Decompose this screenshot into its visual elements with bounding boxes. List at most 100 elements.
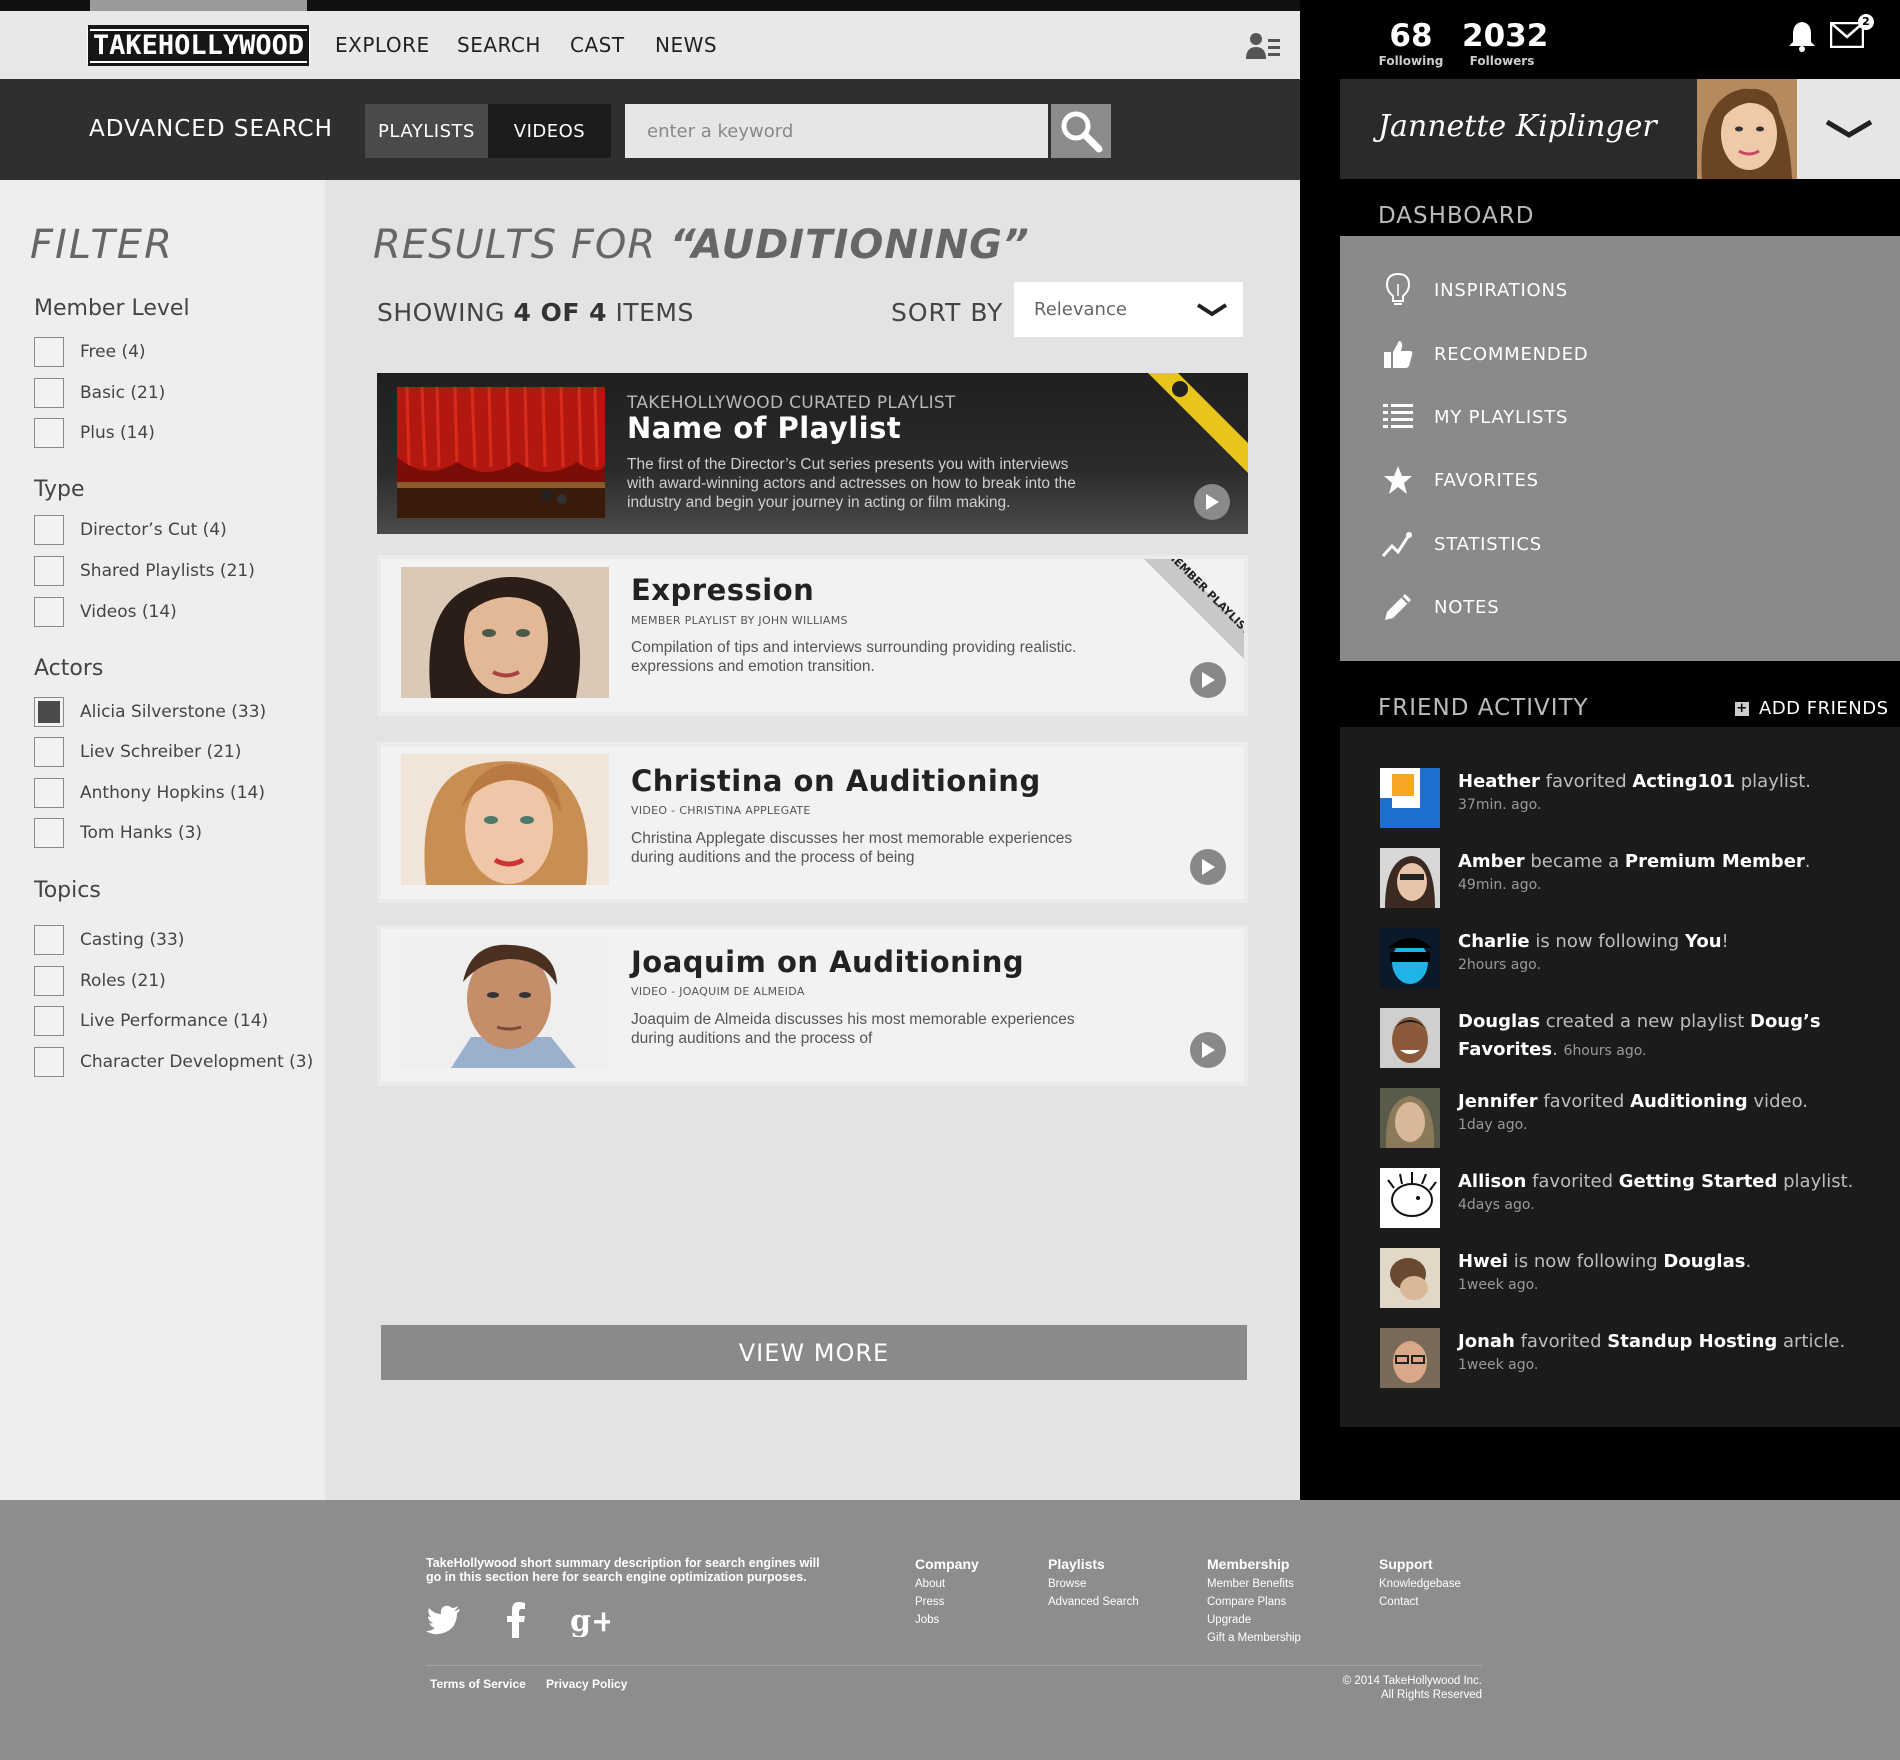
- following-stat[interactable]: 68 Following: [1376, 18, 1446, 68]
- filter-plus[interactable]: Plus (14): [34, 418, 155, 448]
- filter-roles[interactable]: Roles (21): [34, 966, 166, 996]
- avatar[interactable]: [1380, 1008, 1440, 1068]
- footer-link-upgrade[interactable]: Upgrade: [1207, 1611, 1301, 1629]
- checkbox[interactable]: [34, 778, 64, 808]
- avatar[interactable]: [1380, 1168, 1440, 1228]
- card-title[interactable]: Expression: [631, 573, 814, 607]
- nav-cast[interactable]: CAST: [570, 33, 625, 57]
- footer-link-knowledgebase[interactable]: Knowledgebase: [1379, 1575, 1461, 1593]
- friend-name[interactable]: Heather: [1458, 771, 1540, 792]
- keyword-search-input[interactable]: [625, 104, 1048, 158]
- search-button[interactable]: [1051, 104, 1111, 158]
- filter-casting[interactable]: Casting (33): [34, 925, 184, 955]
- activity-target[interactable]: Standup Hosting: [1607, 1331, 1777, 1352]
- checkbox[interactable]: [34, 418, 64, 448]
- card-title[interactable]: Name of Playlist: [627, 411, 901, 445]
- user-list-icon[interactable]: [1246, 31, 1282, 61]
- avatar[interactable]: [1380, 928, 1440, 988]
- privacy-policy-link[interactable]: Privacy Policy: [546, 1677, 627, 1691]
- result-card-expression[interactable]: Expression MEMBER PLAYLIST BY JOHN WILLI…: [377, 555, 1248, 716]
- activity-target[interactable]: Douglas: [1663, 1251, 1745, 1272]
- filter-live-performance[interactable]: Live Performance (14): [34, 1006, 268, 1036]
- checkbox[interactable]: [34, 925, 64, 955]
- play-button[interactable]: [1190, 662, 1226, 698]
- terms-of-service-link[interactable]: Terms of Service: [430, 1677, 526, 1691]
- footer-link-gift-membership[interactable]: Gift a Membership: [1207, 1629, 1301, 1647]
- filter-basic[interactable]: Basic (21): [34, 378, 165, 408]
- view-more-button[interactable]: VIEW MORE: [381, 1325, 1247, 1380]
- checkbox[interactable]: [34, 597, 64, 627]
- logo[interactable]: TAKEHOLLYWOOD: [86, 25, 311, 66]
- facebook-icon[interactable]: [496, 1600, 536, 1640]
- avatar[interactable]: [1697, 79, 1797, 179]
- play-button[interactable]: [1190, 849, 1226, 885]
- followers-stat[interactable]: 2032 Followers: [1462, 18, 1548, 68]
- dashboard-my-playlists[interactable]: MY PLAYLISTS: [1380, 397, 1568, 437]
- dashboard-recommended[interactable]: RECOMMENDED: [1380, 334, 1588, 374]
- checkbox[interactable]: [34, 1047, 64, 1077]
- avatar[interactable]: [1380, 768, 1440, 828]
- checkbox[interactable]: [34, 378, 64, 408]
- checkbox[interactable]: [34, 966, 64, 996]
- friend-name[interactable]: Jennifer: [1458, 1091, 1538, 1112]
- activity-target[interactable]: Premium Member: [1625, 851, 1805, 872]
- filter-liev-schreiber[interactable]: Liev Schreiber (21): [34, 737, 241, 767]
- filter-anthony-hopkins[interactable]: Anthony Hopkins (14): [34, 778, 265, 808]
- filter-tom-hanks[interactable]: Tom Hanks (3): [34, 818, 202, 848]
- friend-name[interactable]: Amber: [1458, 851, 1525, 872]
- footer-link-compare-plans[interactable]: Compare Plans: [1207, 1593, 1301, 1611]
- friend-name[interactable]: Hwei: [1458, 1251, 1508, 1272]
- play-button[interactable]: [1194, 484, 1230, 520]
- checkbox[interactable]: [34, 337, 64, 367]
- filter-alicia-silverstone[interactable]: Alicia Silverstone (33): [34, 697, 266, 727]
- result-card-joaquim[interactable]: Joaquim on Auditioning VIDEO - JOAQUIM D…: [377, 925, 1248, 1086]
- checkbox-checked[interactable]: [34, 697, 64, 727]
- avatar[interactable]: [1380, 1088, 1440, 1148]
- dashboard-favorites[interactable]: FAVORITES: [1380, 460, 1539, 500]
- dashboard-inspirations[interactable]: INSPIRATIONS: [1380, 270, 1568, 310]
- footer-link-advanced-search[interactable]: Advanced Search: [1048, 1593, 1139, 1611]
- filter-free[interactable]: Free (4): [34, 337, 146, 367]
- checkbox[interactable]: [34, 1006, 64, 1036]
- bell-icon[interactable]: [1788, 20, 1816, 56]
- tab-videos[interactable]: VIDEOS: [488, 104, 611, 158]
- user-name[interactable]: Jannette Kiplinger: [1378, 109, 1657, 144]
- checkbox[interactable]: [34, 737, 64, 767]
- filter-shared-playlists[interactable]: Shared Playlists (21): [34, 556, 255, 586]
- checkbox[interactable]: [34, 818, 64, 848]
- dashboard-statistics[interactable]: STATISTICS: [1380, 524, 1542, 564]
- avatar[interactable]: [1380, 1248, 1440, 1308]
- checkbox[interactable]: [34, 556, 64, 586]
- card-title[interactable]: Christina on Auditioning: [631, 764, 1041, 798]
- dashboard-notes[interactable]: NOTES: [1380, 587, 1499, 627]
- activity-target[interactable]: Getting Started: [1619, 1171, 1778, 1192]
- play-button[interactable]: [1190, 1032, 1226, 1068]
- activity-target[interactable]: Acting101: [1632, 771, 1735, 792]
- activity-target[interactable]: Auditioning: [1630, 1091, 1748, 1112]
- filter-character-development[interactable]: Character Development (3): [34, 1047, 313, 1077]
- sort-dropdown[interactable]: Relevance: [1014, 282, 1243, 337]
- nav-news[interactable]: NEWS: [655, 33, 717, 57]
- card-title[interactable]: Joaquim on Auditioning: [631, 945, 1024, 979]
- footer-link-browse[interactable]: Browse: [1048, 1575, 1139, 1593]
- friend-name[interactable]: Allison: [1458, 1171, 1526, 1192]
- footer-link-contact[interactable]: Contact: [1379, 1593, 1461, 1611]
- friend-name[interactable]: Douglas: [1458, 1011, 1540, 1032]
- result-card-curated-playlist[interactable]: TAKEHOLLYWOOD CURATED PLAYLIST Name of P…: [377, 373, 1248, 534]
- result-card-christina[interactable]: Christina on Auditioning VIDEO - CHRISTI…: [377, 742, 1248, 903]
- twitter-icon[interactable]: [424, 1600, 464, 1640]
- avatar[interactable]: [1380, 848, 1440, 908]
- avatar[interactable]: [1380, 1328, 1440, 1388]
- footer-link-press[interactable]: Press: [915, 1593, 979, 1611]
- filter-directors-cut[interactable]: Director’s Cut (4): [34, 515, 227, 545]
- tab-playlists[interactable]: PLAYLISTS: [365, 104, 488, 158]
- google-plus-icon[interactable]: g+: [570, 1600, 610, 1640]
- checkbox[interactable]: [34, 515, 64, 545]
- activity-target[interactable]: You: [1685, 931, 1722, 952]
- filter-videos[interactable]: Videos (14): [34, 597, 177, 627]
- nav-explore[interactable]: EXPLORE: [335, 33, 430, 57]
- friend-name[interactable]: Charlie: [1458, 931, 1530, 952]
- nav-search[interactable]: SEARCH: [457, 33, 541, 57]
- add-friends-button[interactable]: + ADD FRIENDS: [1735, 698, 1889, 719]
- footer-link-member-benefits[interactable]: Member Benefits: [1207, 1575, 1301, 1593]
